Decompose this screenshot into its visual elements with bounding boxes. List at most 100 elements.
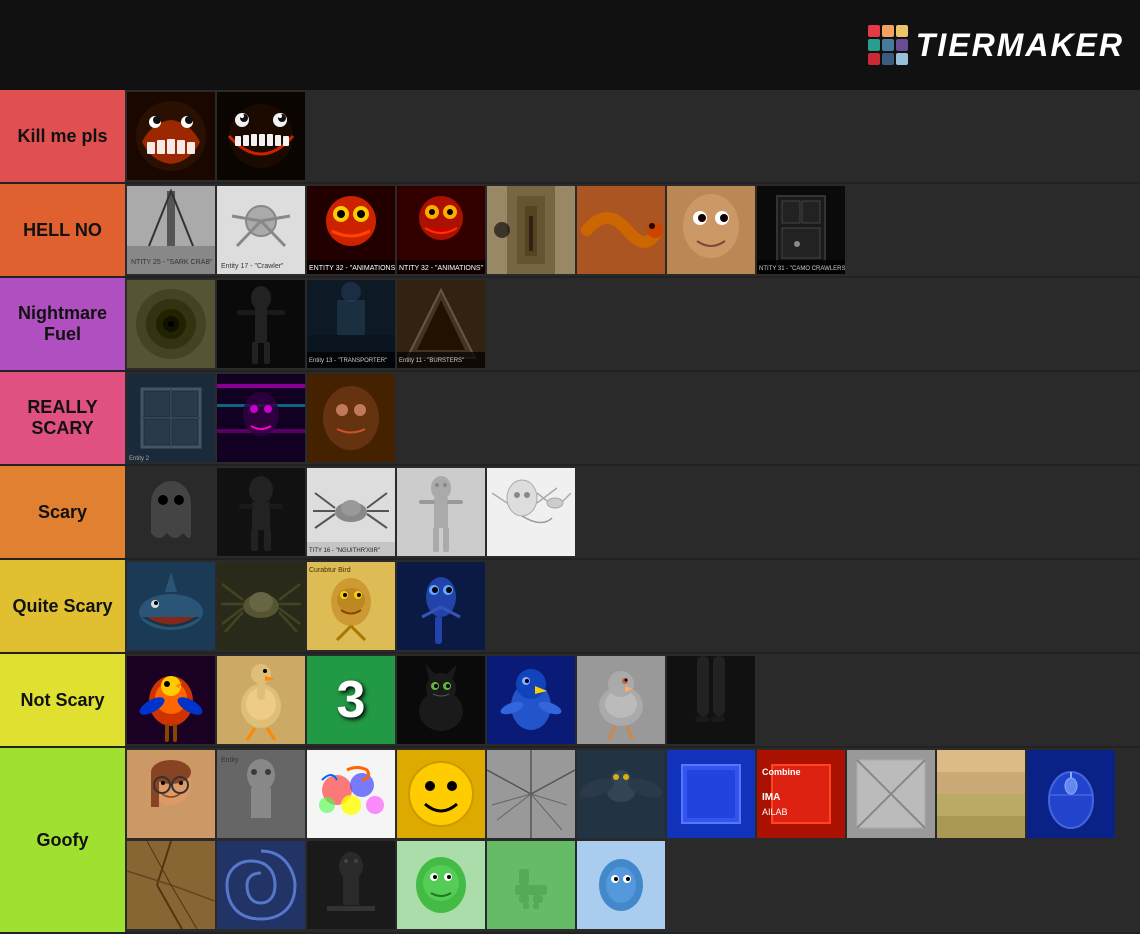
svg-text:Entity 17 - "Crawler": Entity 17 - "Crawler" (221, 263, 284, 270)
tier-item[interactable] (217, 656, 305, 744)
tier-item[interactable]: NTITY 25 - "SARK CRAB" (127, 186, 215, 274)
logo-cell (896, 39, 908, 51)
tier-item[interactable] (847, 750, 935, 838)
tier-item[interactable] (127, 468, 215, 556)
tier-item[interactable]: Combine IMA AILAB (757, 750, 845, 838)
tier-item[interactable] (217, 374, 305, 462)
colorful-bird-svg (127, 656, 215, 744)
tier-item[interactable] (937, 750, 1025, 838)
header: TiERMAKER (0, 0, 1140, 90)
tall-creature-svg (217, 280, 305, 368)
tier-item[interactable] (307, 374, 395, 462)
tier-item[interactable]: Entity (217, 750, 305, 838)
tier-item[interactable] (307, 841, 395, 929)
tier-item[interactable] (217, 562, 305, 650)
tier-item[interactable] (1027, 750, 1115, 838)
tier-item[interactable] (577, 750, 665, 838)
tier-item[interactable] (577, 186, 665, 274)
smile2-svg (217, 92, 305, 180)
tier-item[interactable] (397, 562, 485, 650)
tier-item[interactable] (397, 841, 485, 929)
goose-svg (217, 656, 305, 744)
tier-item[interactable] (667, 656, 755, 744)
tier-item-inner (1027, 750, 1115, 838)
blue-creature-svg (397, 562, 485, 650)
tier-item[interactable]: ENTITY 32 - "ANIMATIONS" (307, 186, 395, 274)
tier-item[interactable]: NTITY 31 - "CAMO CRAWLERS" (757, 186, 845, 274)
computer-mouse-svg (1027, 750, 1115, 838)
tier-item[interactable]: Entity 13 - "TRANSPORTER" (307, 280, 395, 368)
tier-item[interactable] (487, 468, 575, 556)
tier-items-quite-scary[interactable]: Curabtur Bird (125, 560, 1140, 652)
logo-grid (868, 25, 908, 65)
tier-item-inner (307, 374, 395, 462)
tier-item[interactable] (217, 468, 305, 556)
tier-item-inner (397, 562, 485, 650)
tier-item[interactable] (667, 750, 755, 838)
spider-sketch-svg: TITY 16 - "NGUITHR'XIIR" (307, 468, 395, 556)
blue-parrot-svg (487, 656, 575, 744)
tier-item[interactable]: Entity 17 - "Crawler" (217, 186, 305, 274)
tier-row-kill-me-pls: Kill me pls (0, 90, 1140, 184)
svg-text:Combine: Combine (762, 767, 801, 777)
tier-item[interactable] (667, 186, 755, 274)
tier-item[interactable] (487, 656, 575, 744)
tier-label-text: Not Scary (20, 690, 104, 711)
entity25-svg: NTITY 25 - "SARK CRAB" (127, 186, 215, 274)
tier-item[interactable]: NTITY 32 - "ANIMATIONS" (397, 186, 485, 274)
tier-item[interactable]: Entity 2 (127, 374, 215, 462)
tier-item[interactable] (127, 841, 215, 929)
tier-items-nightmare-fuel[interactable]: Entity 13 - "TRANSPORTER" Entity 11 - "B… (125, 278, 1140, 370)
tier-row-not-scary: Not Scary (0, 654, 1140, 748)
tier-items-goofy[interactable]: Entity (125, 748, 1140, 932)
tier-item-inner (577, 656, 665, 744)
tier-item-inner (397, 468, 485, 556)
tier-item[interactable] (127, 280, 215, 368)
dark-legs-svg (667, 656, 755, 744)
tier-item[interactable]: TITY 16 - "NGUITHR'XIIR" (307, 468, 395, 556)
tier-item[interactable] (217, 841, 305, 929)
tier-item[interactable] (397, 468, 485, 556)
tier-item-inner (127, 750, 215, 838)
tier-item[interactable] (127, 92, 215, 180)
tier-item-inner: NTITY 32 - "ANIMATIONS" (397, 186, 485, 274)
tier-item[interactable] (127, 562, 215, 650)
tier-item[interactable]: Curabtur Bird (307, 562, 395, 650)
tier-label-text: Goofy (37, 830, 89, 851)
tier-item[interactable] (487, 186, 575, 274)
smiley-svg (397, 750, 485, 838)
logo-cell (882, 39, 894, 51)
tier-item[interactable] (397, 750, 485, 838)
tier-items-kill-me-pls[interactable] (125, 90, 1140, 182)
tier-item[interactable] (217, 92, 305, 180)
tier-item-inner: TITY 16 - "NGUITHR'XIIR" (307, 468, 395, 556)
tier-label-kill-me-pls: Kill me pls (0, 90, 125, 182)
tier-item[interactable] (487, 841, 575, 929)
tier-label-quite-scary: Quite Scary (0, 560, 125, 652)
tier-item-inner (487, 841, 575, 929)
tier-label-text: HELL NO (23, 220, 102, 241)
tier-item[interactable] (217, 280, 305, 368)
entity32a-svg: ENTITY 32 - "ANIMATIONS" (307, 186, 395, 274)
logo-text: TiERMAKER (916, 27, 1124, 64)
svg-text:ENTITY 32 - "ANIMATIONS": ENTITY 32 - "ANIMATIONS" (309, 265, 395, 272)
tier-item[interactable] (127, 656, 215, 744)
tier-item[interactable] (397, 656, 485, 744)
tier-items-hell-no[interactable]: NTITY 25 - "SARK CRAB" Entity 17 - "Craw… (125, 184, 1140, 276)
tier-item[interactable] (577, 841, 665, 929)
tier-item[interactable] (307, 750, 395, 838)
tier-item[interactable] (127, 750, 215, 838)
tier-items-scary[interactable]: TITY 16 - "NGUITHR'XIIR" (125, 466, 1140, 558)
tier-item[interactable] (487, 750, 575, 838)
tier-item[interactable]: 3 (307, 656, 395, 744)
tier-row-goofy: Goofy (0, 748, 1140, 934)
tier-item[interactable]: Entity 11 - "BURSTERS" (397, 280, 485, 368)
logo: TiERMAKER (868, 25, 1124, 65)
red-box-svg: Combine IMA AILAB (757, 750, 845, 838)
tier-items-not-scary[interactable]: 3 (125, 654, 1140, 746)
tier-item[interactable] (577, 656, 665, 744)
logo-cell (882, 25, 894, 37)
colorful-paint-svg (307, 750, 395, 838)
tier-item-inner (847, 750, 935, 838)
tier-items-really-scary[interactable]: Entity 2 (125, 372, 1140, 464)
